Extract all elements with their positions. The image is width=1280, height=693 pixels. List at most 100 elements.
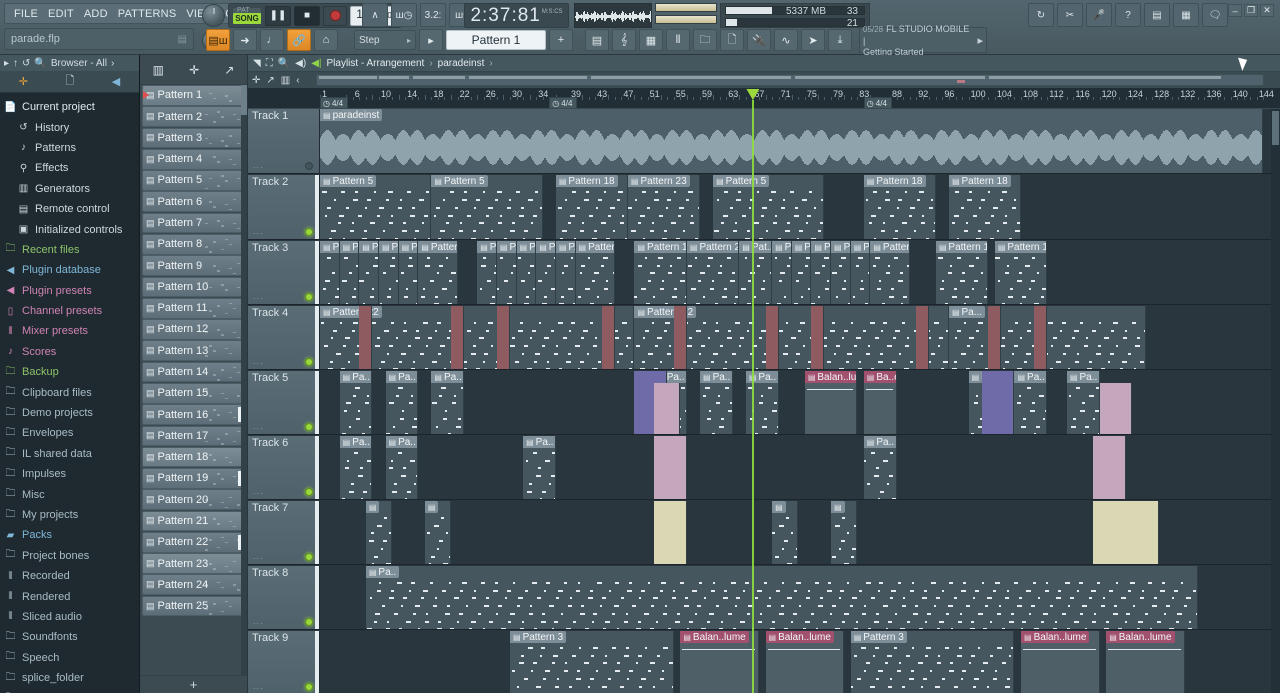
browser-item-initialized-controls[interactable]: ▣Initialized controls bbox=[4, 219, 139, 239]
playlist-clip[interactable]: ▤Pattern 18 bbox=[556, 175, 628, 239]
playlist-clip[interactable]: ▤Balan..lume bbox=[680, 631, 759, 693]
playlist-detach-icon[interactable]: ⛶ bbox=[266, 58, 273, 69]
browser-item-current-project[interactable]: 📄Current project bbox=[4, 97, 139, 117]
track-header[interactable]: Track 4 ... bbox=[248, 306, 320, 369]
pattern-list-item[interactable]: ▤Pattern 23 bbox=[142, 553, 245, 574]
track-resize-handle[interactable] bbox=[315, 631, 319, 693]
playlist-clip[interactable]: ▤P..6 bbox=[851, 241, 871, 304]
slide-icon[interactable]: ♩ bbox=[260, 29, 284, 51]
playlist-clip-pink[interactable] bbox=[654, 383, 680, 434]
project-file-field[interactable]: parade.flp ▤ bbox=[4, 28, 194, 50]
playlist-clip[interactable]: ▤P..6 bbox=[379, 241, 399, 304]
track-resize-handle[interactable] bbox=[315, 371, 319, 434]
browser-item-channel-presets[interactable]: ▯Channel presets bbox=[4, 301, 139, 321]
pattern-selector[interactable]: Pattern 1 bbox=[446, 30, 546, 50]
track-enable-led[interactable] bbox=[305, 162, 313, 170]
track-lane[interactable]: ▤Pattern 22 ▤Pattern 22 ▤Pa... bbox=[320, 306, 1280, 369]
track-resize-handle[interactable] bbox=[315, 175, 319, 239]
track-lane[interactable]: ▤Pattern 5 ▤Pattern 5 ▤Pattern 18 ▤Patte… bbox=[320, 175, 1280, 239]
pattern-list-item[interactable]: ▤Pattern 5 bbox=[142, 170, 245, 191]
snap-icon[interactable]: ✂ bbox=[1057, 3, 1083, 27]
playlist-clip[interactable]: ▤Pattern 5 bbox=[320, 175, 431, 239]
playlist-clip[interactable]: ▤Pa.. bbox=[431, 371, 464, 434]
browser-item-impulses[interactable]: 🗀Impulses bbox=[4, 464, 139, 484]
track-header[interactable]: Track 6 ... bbox=[248, 436, 320, 499]
browser-item-generators[interactable]: ▥Generators bbox=[4, 179, 139, 199]
pattern-list-item[interactable]: ▤Pattern 14 bbox=[142, 362, 245, 383]
browser-item-templates[interactable]: 🗀Templates bbox=[4, 688, 139, 693]
playlist-clip-small[interactable] bbox=[674, 306, 687, 369]
browser-undo-icon[interactable]: ↺ bbox=[22, 58, 30, 69]
plug-icon[interactable]: 🔌 bbox=[747, 29, 771, 51]
faders-icon[interactable]: ⦀ bbox=[666, 29, 690, 51]
track-enable-led[interactable] bbox=[305, 358, 313, 366]
track-resize-handle[interactable] bbox=[315, 306, 319, 369]
playlist-clip[interactable]: ▤Pattern 18 bbox=[949, 175, 1021, 239]
master-pitch-knob[interactable] bbox=[202, 4, 225, 27]
browser-item-effects[interactable]: ⚲Effects bbox=[4, 158, 139, 178]
track-enable-led[interactable] bbox=[305, 228, 313, 236]
browser-item-clipboard-files[interactable]: 🗀Clipboard files bbox=[4, 382, 139, 402]
record-arm-icon[interactable]: ∧ bbox=[362, 3, 388, 27]
playlist-clip[interactable]: ▤Pa... bbox=[949, 306, 1146, 369]
playlist-clip-small[interactable] bbox=[602, 306, 615, 369]
browser-tab-audio-icon[interactable]: ✛ bbox=[19, 75, 28, 88]
pattern-list-item[interactable]: ▤Pattern 9 bbox=[142, 255, 245, 276]
pattern-tab-audio-icon[interactable]: ✛ bbox=[189, 63, 199, 77]
track-lane[interactable]: ▤P..6 ▤P..6 ▤P..6 ▤P..6 ▤P..6 bbox=[320, 241, 1280, 304]
track-header[interactable]: Track 7 ... bbox=[248, 501, 320, 564]
track-enable-led[interactable] bbox=[305, 553, 313, 561]
playlist-clip[interactable]: ▤Pa.. bbox=[386, 436, 419, 499]
playlist-clip-small[interactable] bbox=[811, 306, 824, 369]
file-browse-icon[interactable]: ▤ bbox=[178, 34, 187, 45]
track-options-icon[interactable]: ... bbox=[253, 356, 264, 366]
link-icon[interactable]: 🔗 bbox=[287, 29, 311, 51]
playlist-clip-small[interactable] bbox=[451, 306, 464, 369]
loop-icon[interactable]: ↻ bbox=[1028, 3, 1054, 27]
track-lane[interactable]: ▤Pattern 3 ▤Balan..lume ▤Balan..lume ▤Pa… bbox=[320, 631, 1280, 693]
browser-item-project-bones[interactable]: 🗀Project bones bbox=[4, 546, 139, 566]
menu-item-add[interactable]: ADD bbox=[79, 8, 113, 20]
pattern-list-item[interactable]: ▤Pattern 20 bbox=[142, 489, 245, 510]
playlist-clip[interactable]: ▤Pattern 20 bbox=[687, 241, 739, 304]
add-pattern-button[interactable]: + bbox=[140, 675, 247, 693]
playlist-icon[interactable]: 𝄞 bbox=[612, 29, 636, 51]
pattern-list-item[interactable]: ▤Pattern 7 bbox=[142, 213, 245, 234]
save-icon[interactable]: ▤ bbox=[1144, 3, 1170, 27]
pattern-tab-generator-icon[interactable]: ▥ bbox=[153, 63, 164, 77]
playlist-breadcrumb-item[interactable]: paradeinst bbox=[438, 58, 485, 69]
playlist-clip-pink[interactable] bbox=[654, 436, 687, 499]
record-button[interactable] bbox=[323, 6, 347, 26]
time-signature-marker[interactable]: ◷4/4 bbox=[320, 97, 348, 108]
track-options-icon[interactable]: ... bbox=[253, 160, 264, 170]
playlist-clip[interactable]: ▤ bbox=[366, 501, 392, 564]
playlist-clip-small[interactable] bbox=[766, 306, 779, 369]
browser-item-speech[interactable]: 🗀Speech bbox=[4, 648, 139, 668]
track-header[interactable]: Track 5 ... bbox=[248, 371, 320, 434]
track-resize-handle[interactable] bbox=[315, 436, 319, 499]
playlist-clip[interactable]: ▤Pattern 7 bbox=[870, 241, 909, 304]
pattern-list-item[interactable]: ▤Pattern 16 bbox=[142, 404, 245, 425]
mic-icon[interactable]: 🎤 bbox=[1086, 3, 1112, 27]
menu-item-file[interactable]: FILE bbox=[9, 8, 43, 20]
playlist-clip[interactable]: ▤Balan..lume bbox=[805, 371, 857, 434]
menu-item-patterns[interactable]: PATTERNS bbox=[113, 8, 182, 20]
browser-item-mixer-presets[interactable]: ⦀Mixer presets bbox=[4, 321, 139, 341]
time-signature-marker[interactable]: ◷4/4 bbox=[549, 97, 577, 108]
browser-item-rendered[interactable]: ⦀Rendered bbox=[4, 586, 139, 606]
playlist-clip[interactable]: ▤Pattern 7 bbox=[418, 241, 457, 304]
track-enable-led[interactable] bbox=[305, 488, 313, 496]
track-header[interactable]: Track 9 ... bbox=[248, 631, 320, 693]
playlist-mute-icon[interactable]: ◀) bbox=[295, 58, 306, 69]
brush-icon[interactable]: ➤ bbox=[801, 29, 825, 51]
playlist-clip-small[interactable] bbox=[359, 306, 372, 369]
track-enable-led[interactable] bbox=[305, 423, 313, 431]
playlist-clip[interactable]: ▤P..6 bbox=[831, 241, 851, 304]
browser-item-history[interactable]: ↺History bbox=[4, 117, 139, 137]
snap-step-selector[interactable]: Step ▸ bbox=[354, 30, 416, 50]
mixer-icon[interactable]: ▤ bbox=[585, 29, 609, 51]
pattern-prev-button[interactable]: ▸ bbox=[419, 29, 443, 51]
browser-item-demo-projects[interactable]: 🗀Demo projects bbox=[4, 403, 139, 423]
browser-up-icon[interactable]: ↑ bbox=[13, 58, 18, 69]
track-resize-handle[interactable] bbox=[315, 566, 319, 629]
